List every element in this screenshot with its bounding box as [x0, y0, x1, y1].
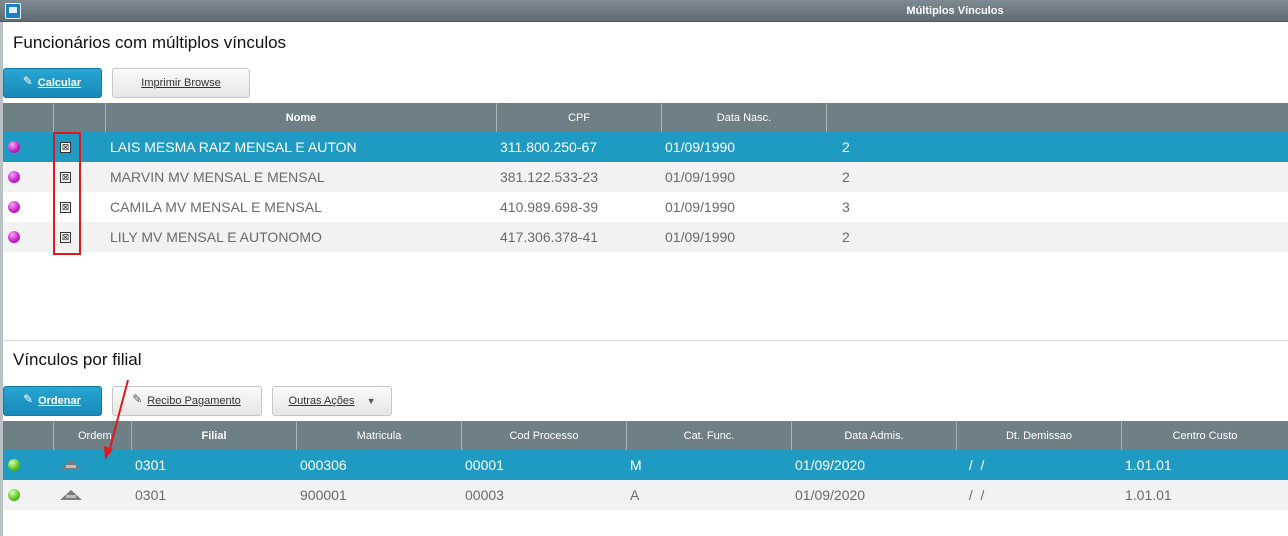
annotation-arrow-head — [104, 446, 113, 460]
annotation-arrow-line — [108, 379, 129, 453]
annotation-arrow — [104, 379, 129, 460]
